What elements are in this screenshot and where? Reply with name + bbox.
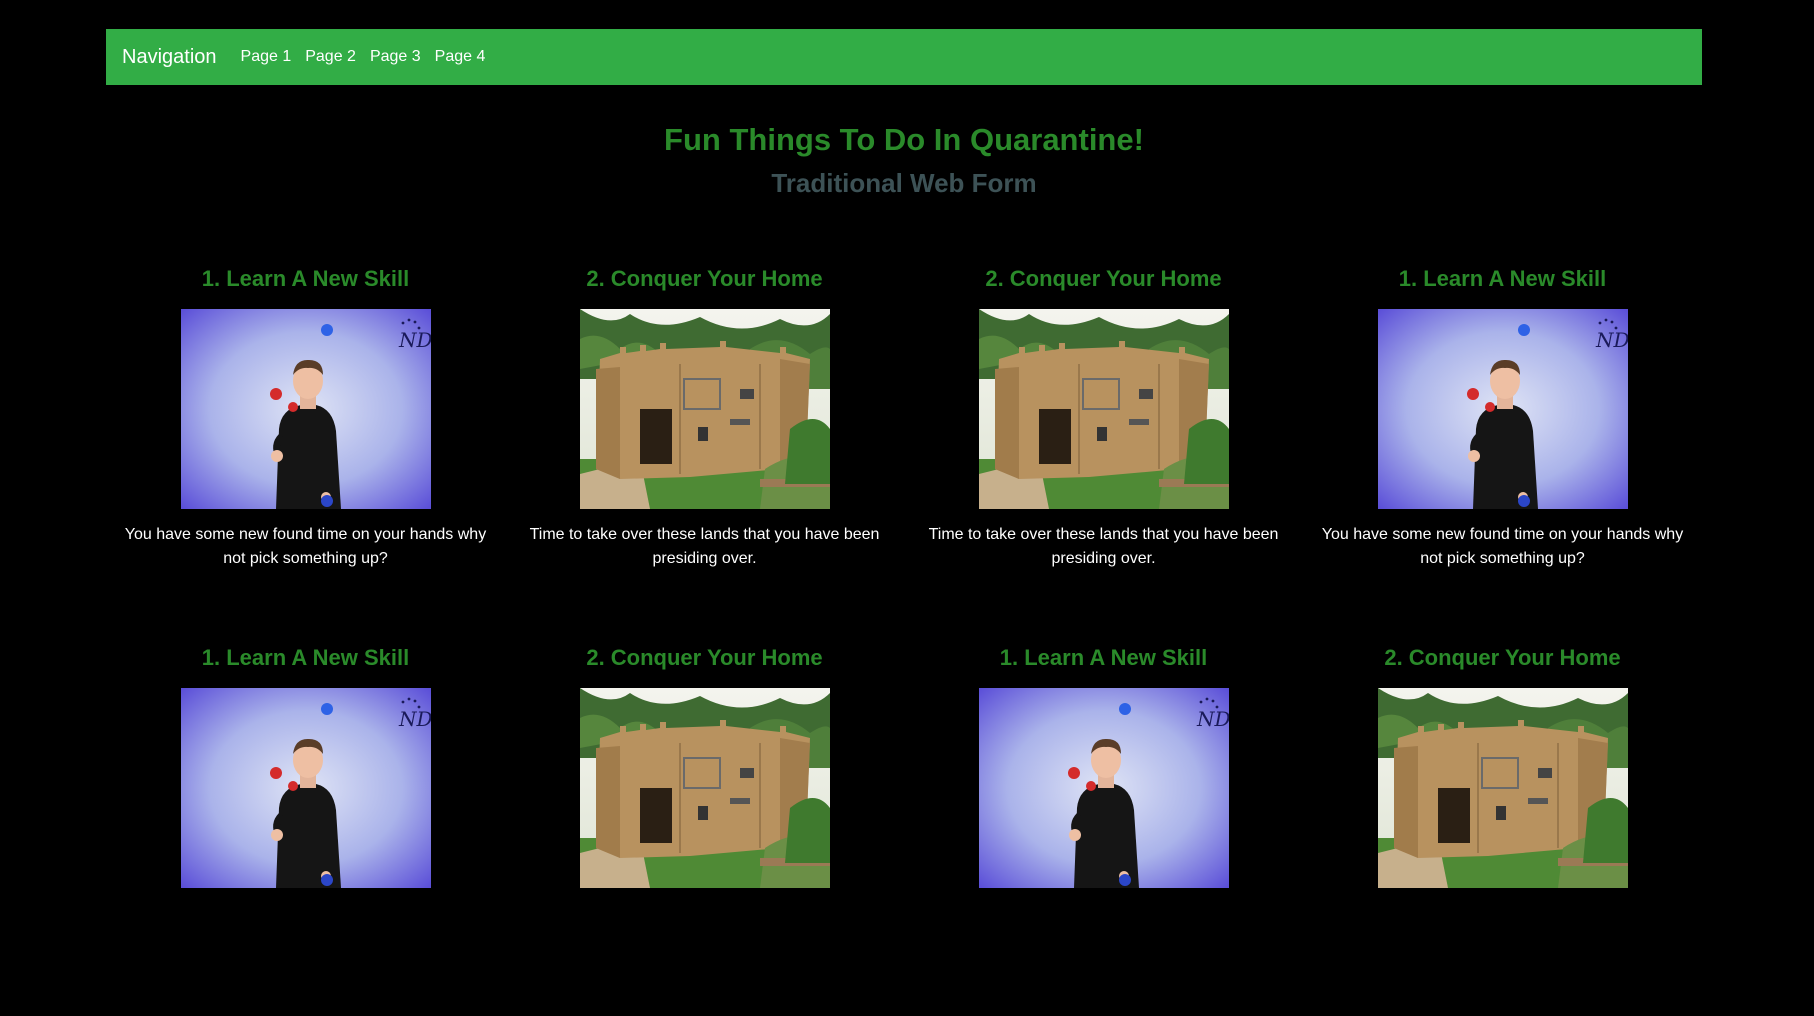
activity-card: 2. Conquer Your Home [505, 637, 904, 1016]
cardboard-castle-image [1377, 688, 1628, 888]
svg-text:ND: ND [1196, 707, 1229, 731]
activity-grid: 1. Learn A New Skill ND You have some ne… [106, 258, 1702, 1016]
card-title: 2. Conquer Your Home [586, 266, 823, 291]
nav-link-page-1[interactable]: Page 1 [241, 48, 292, 66]
page-title: Fun Things To Do In Quarantine! [664, 122, 1144, 157]
nav-link-page-3[interactable]: Page 3 [370, 48, 421, 66]
cardboard-castle-image [579, 688, 830, 888]
juggler-image: ND [180, 688, 431, 888]
card-title: 2. Conquer Your Home [586, 645, 823, 670]
svg-text:ND: ND [398, 328, 431, 352]
activity-card: 1. Learn A New Skill ND You have some ne… [1303, 258, 1702, 637]
cardboard-castle-image [978, 309, 1229, 509]
card-title: 1. Learn A New Skill [201, 266, 410, 291]
svg-text:ND: ND [1595, 328, 1628, 352]
card-description: Time to take over these lands that you h… [529, 526, 880, 567]
card-title: 2. Conquer Your Home [985, 266, 1222, 291]
card-title: 1. Learn A New Skill [999, 645, 1208, 670]
card-title: 1. Learn A New Skill [201, 645, 410, 670]
page-subtitle: Traditional Web Form [771, 168, 1037, 198]
card-description: You have some new found time on your han… [1321, 526, 1684, 567]
card-description: You have some new found time on your han… [124, 526, 487, 567]
nav-brand[interactable]: Navigation [122, 46, 217, 69]
activity-card: 2. Conquer Your Home [1303, 637, 1702, 1016]
card-description: Time to take over these lands that you h… [928, 526, 1279, 567]
activity-card: 1. Learn A New Skill ND [904, 637, 1303, 1016]
juggler-image: ND [180, 309, 431, 509]
svg-text:ND: ND [398, 707, 431, 731]
juggler-image: ND [978, 688, 1229, 888]
cardboard-castle-image [579, 309, 830, 509]
activity-card: 1. Learn A New Skill ND [106, 637, 505, 1016]
card-title: 2. Conquer Your Home [1384, 645, 1621, 670]
activity-card: 2. Conquer Your Home Time to take over t… [505, 258, 904, 637]
nav-link-page-2[interactable]: Page 2 [305, 48, 356, 66]
card-title: 1. Learn A New Skill [1398, 266, 1607, 291]
juggler-image: ND [1377, 309, 1628, 509]
activity-card: 2. Conquer Your Home Time to take over t… [904, 258, 1303, 637]
navbar: Navigation Page 1 Page 2 Page 3 Page 4 [106, 29, 1702, 85]
activity-card: 1. Learn A New Skill ND You have some ne… [106, 258, 505, 637]
nav-link-page-4[interactable]: Page 4 [435, 48, 486, 66]
